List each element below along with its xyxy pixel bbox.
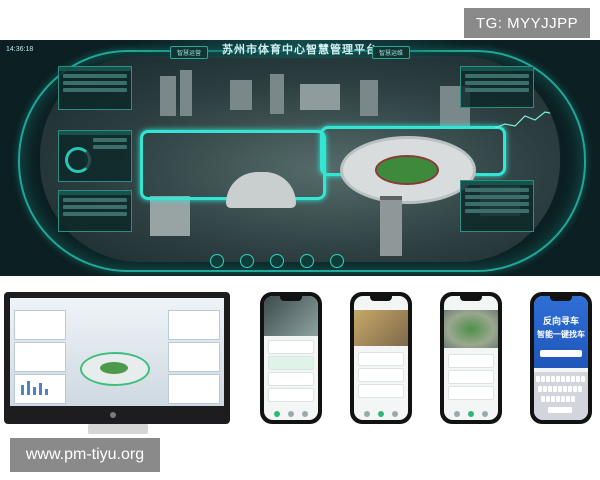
monitor-panel: [14, 342, 66, 372]
phone-mockup-3: [440, 292, 502, 424]
monitor-panel: [14, 310, 66, 340]
phone-1-card[interactable]: [268, 372, 314, 386]
watermark-bottom: www.pm-tiyu.org: [10, 438, 160, 472]
building: [300, 84, 340, 110]
phone-2-screen: [354, 296, 408, 420]
phone-1-tab[interactable]: [288, 411, 294, 417]
phone-mockup-2: [350, 292, 412, 424]
panel-title: [461, 67, 533, 71]
phone-1-tab[interactable]: [274, 411, 280, 417]
monitor-screen: [10, 298, 224, 406]
desktop-monitor: [4, 292, 230, 424]
phone-1-screen: [264, 296, 318, 420]
left-panel-bottom: [58, 190, 132, 232]
right-panel-bottom: [460, 180, 534, 232]
nav-icon[interactable]: [270, 254, 284, 268]
plate-input[interactable]: [540, 350, 582, 357]
phone-2-tab[interactable]: [378, 411, 384, 417]
phone-3-card[interactable]: [448, 354, 494, 368]
nav-icon[interactable]: [210, 254, 224, 268]
phone-2-card[interactable]: [358, 352, 404, 366]
phone-2-card[interactable]: [358, 384, 404, 398]
dashboard-time: 14:36:18: [6, 46, 34, 53]
panel-title: [59, 191, 131, 195]
phone-2-tab[interactable]: [364, 411, 370, 417]
main-stadium: [340, 136, 476, 204]
phone-mockup-1: [260, 292, 322, 424]
trend-chart: [495, 111, 555, 129]
monitor-panel: [168, 342, 220, 372]
phone-2-card[interactable]: [358, 368, 404, 382]
panel-title: [59, 67, 131, 71]
monitor-stand: [88, 424, 148, 434]
panel-title: [461, 181, 533, 185]
phone-2-hero: [354, 310, 408, 346]
nav-icon[interactable]: [300, 254, 314, 268]
phone-4-header: 反向寻车 智能一键找车: [534, 296, 588, 368]
natatorium: [150, 196, 190, 236]
monitor-panel: [14, 374, 66, 404]
phone-3-map: [444, 310, 498, 348]
phone-3-card[interactable]: [448, 386, 494, 400]
phone-3-card[interactable]: [448, 370, 494, 384]
building: [230, 80, 252, 110]
tab-maintenance[interactable]: 智慧运维: [372, 46, 411, 59]
phone-3-screen: [444, 296, 498, 420]
monitor-panel: [168, 310, 220, 340]
left-panel-top: [58, 66, 132, 110]
monitor-logo: [110, 412, 116, 418]
phone-3-tab[interactable]: [482, 411, 488, 417]
phone-1-card[interactable]: [268, 388, 314, 402]
gauge-ring: [65, 147, 91, 173]
building: [180, 70, 192, 116]
phone-2-tab[interactable]: [392, 411, 398, 417]
phone-4-headline: 反向寻车: [542, 316, 579, 326]
nav-icon[interactable]: [240, 254, 254, 268]
nav-icon[interactable]: [330, 254, 344, 268]
phone-4-screen: 反向寻车 智能一键找车: [534, 296, 588, 420]
right-panel-top: [460, 66, 534, 108]
phone-1-hero: [264, 296, 318, 336]
dashboard-bottom-nav: [210, 254, 344, 268]
panel-title: [59, 131, 131, 135]
tower-building: [380, 196, 402, 256]
monitor-panel: [168, 374, 220, 404]
keyboard[interactable]: [534, 372, 588, 420]
phone-1-card[interactable]: [268, 356, 314, 370]
monitor-stadium: [80, 352, 150, 386]
phone-mockup-4: 反向寻车 智能一键找车: [530, 292, 592, 424]
watermark-top: TG: MYYJJPP: [464, 8, 590, 38]
building: [160, 76, 176, 116]
left-panel-middle: [58, 130, 132, 182]
building: [270, 74, 284, 114]
phone-3-tab[interactable]: [468, 411, 474, 417]
phone-1-card[interactable]: [268, 340, 314, 354]
tab-operation[interactable]: 智慧运营: [170, 46, 209, 59]
phone-3-tab[interactable]: [454, 411, 460, 417]
dashboard-panel: 14:36:18 苏州市体育中心智慧管理平台 智慧运营 智慧运维: [0, 40, 600, 276]
phone-1-tab[interactable]: [302, 411, 308, 417]
building: [360, 80, 378, 116]
phone-4-subheadline: 智能一键找车: [537, 330, 585, 339]
